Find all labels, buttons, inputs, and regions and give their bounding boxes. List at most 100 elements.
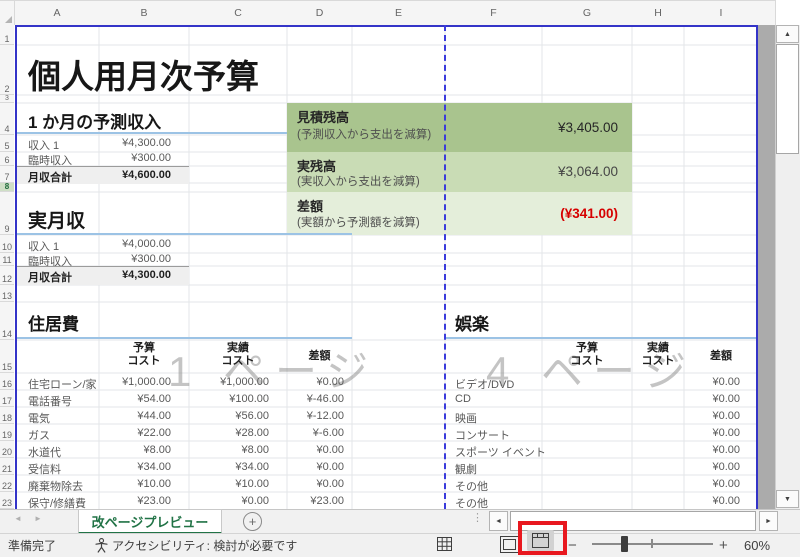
sheet-title-cell[interactable]: 個人用月次予算 bbox=[28, 50, 259, 98]
income-row-value[interactable]: ¥4,300.00 bbox=[99, 137, 171, 149]
housing-budget[interactable]: ¥10.00 bbox=[99, 478, 171, 490]
zoom-out-button[interactable]: − bbox=[568, 533, 577, 557]
entertainment-actual-col-header[interactable]: 実績 コスト bbox=[632, 342, 684, 368]
row-header-18[interactable]: 18 bbox=[0, 407, 14, 424]
page-break-dashed-line[interactable] bbox=[444, 25, 446, 509]
income-total-label[interactable]: 月収合計 bbox=[28, 269, 72, 285]
housing-diff[interactable]: ¥-46.00 bbox=[287, 393, 344, 405]
row-header-11[interactable]: 11 bbox=[0, 253, 14, 266]
income-row-value[interactable]: ¥4,000.00 bbox=[99, 238, 171, 250]
housing-item-name[interactable]: ガス bbox=[28, 427, 50, 443]
entertainment-diff[interactable]: ¥0.00 bbox=[684, 393, 740, 405]
housing-item-name[interactable]: 廃棄物除去 bbox=[28, 478, 83, 494]
row-header-6[interactable]: 6 bbox=[0, 152, 14, 166]
row-header-21[interactable]: 21 bbox=[0, 458, 14, 475]
zoom-level-label[interactable]: 60% bbox=[744, 533, 770, 557]
entertainment-diff[interactable]: ¥0.00 bbox=[684, 427, 740, 439]
vertical-scrollbar-thumb[interactable] bbox=[776, 44, 799, 154]
row-header-13[interactable]: 13 bbox=[0, 285, 14, 302]
housing-actual[interactable]: ¥10.00 bbox=[189, 478, 269, 490]
actual-income-header[interactable]: 実月収 bbox=[28, 206, 85, 233]
housing-budget[interactable]: ¥34.00 bbox=[99, 461, 171, 473]
housing-budget[interactable]: ¥23.00 bbox=[99, 495, 171, 507]
housing-item-name[interactable]: 住宅ローン/家 bbox=[28, 376, 97, 392]
housing-item-name[interactable]: 水道代 bbox=[28, 444, 61, 460]
housing-budget[interactable]: ¥8.00 bbox=[99, 444, 171, 456]
row-header-1[interactable]: 1 bbox=[0, 25, 14, 45]
entertainment-diff[interactable]: ¥0.00 bbox=[684, 495, 740, 507]
sheet-tab-active[interactable]: 改ページプレビュー bbox=[78, 509, 222, 534]
row-header-16[interactable]: 16 bbox=[0, 373, 14, 390]
housing-diff[interactable]: ¥0.00 bbox=[287, 478, 344, 490]
housing-actual[interactable]: ¥56.00 bbox=[189, 410, 269, 422]
housing-actual[interactable]: ¥0.00 bbox=[189, 495, 269, 507]
normal-view-button[interactable] bbox=[434, 535, 454, 553]
column-header-D[interactable]: D bbox=[287, 0, 353, 25]
housing-actual-col-header[interactable]: 実績 コスト bbox=[189, 342, 287, 368]
housing-diff[interactable]: ¥-12.00 bbox=[287, 410, 344, 422]
add-sheet-button[interactable]: + bbox=[243, 512, 262, 531]
row-header-4[interactable]: 4 bbox=[0, 103, 14, 135]
entertainment-header[interactable]: 娯楽 bbox=[455, 310, 489, 335]
income-total-value[interactable]: ¥4,600.00 bbox=[99, 169, 171, 181]
zoom-in-button[interactable]: + bbox=[719, 533, 728, 557]
housing-item-name[interactable]: 受信料 bbox=[28, 461, 61, 477]
row-header-22[interactable]: 22 bbox=[0, 475, 14, 492]
entertainment-item-name[interactable]: スポーツ イベント bbox=[455, 444, 546, 460]
entertainment-diff[interactable]: ¥0.00 bbox=[684, 478, 740, 490]
row-header-10[interactable]: 10 bbox=[0, 235, 14, 253]
tab-strip-divider-dots[interactable]: ⋮ bbox=[472, 511, 483, 524]
housing-header[interactable]: 住居費 bbox=[28, 310, 79, 335]
entertainment-item-name[interactable]: その他 bbox=[455, 478, 488, 494]
income-total-label[interactable]: 月収合計 bbox=[28, 169, 72, 185]
entertainment-budget-col-header[interactable]: 予算 コスト bbox=[542, 342, 632, 368]
column-header-E[interactable]: E bbox=[352, 0, 446, 25]
housing-actual[interactable]: ¥100.00 bbox=[189, 393, 269, 405]
income-row-label[interactable]: 収入 1 bbox=[28, 238, 59, 254]
expected-income-header[interactable]: 1 か月の予測収入 bbox=[28, 108, 161, 133]
row-header-7[interactable]: 7 bbox=[0, 166, 14, 183]
housing-actual[interactable]: ¥1,000.00 bbox=[189, 376, 269, 388]
column-header-H[interactable]: H bbox=[632, 0, 685, 25]
housing-diff-col-header[interactable]: 差額 bbox=[287, 350, 352, 363]
row-header-5[interactable]: 5 bbox=[0, 135, 14, 152]
housing-budget-col-header[interactable]: 予算 コスト bbox=[99, 342, 189, 368]
housing-item-name[interactable]: 電気 bbox=[28, 410, 50, 426]
row-header-9[interactable]: 9 bbox=[0, 192, 14, 235]
housing-budget[interactable]: ¥1,000.00 bbox=[99, 376, 171, 388]
select-all-corner[interactable] bbox=[0, 0, 15, 25]
zoom-slider-thumb[interactable] bbox=[621, 536, 628, 552]
entertainment-diff[interactable]: ¥0.00 bbox=[684, 410, 740, 422]
income-row-label[interactable]: 収入 1 bbox=[28, 137, 59, 153]
column-header-C[interactable]: C bbox=[189, 0, 288, 25]
entertainment-item-name[interactable]: CD bbox=[455, 393, 471, 405]
entertainment-item-name[interactable]: 観劇 bbox=[455, 461, 477, 477]
entertainment-diff-col-header[interactable]: 差額 bbox=[684, 350, 758, 363]
row-header-19[interactable]: 19 bbox=[0, 424, 14, 441]
entertainment-item-name[interactable]: コンサート bbox=[455, 427, 510, 443]
scroll-up-button[interactable]: ▲ bbox=[776, 25, 799, 43]
row-header-23[interactable]: 23 bbox=[0, 492, 14, 509]
column-header-B[interactable]: B bbox=[99, 0, 190, 25]
tab-scroll-right-icon[interactable]: ► bbox=[34, 514, 42, 523]
income-row-value[interactable]: ¥300.00 bbox=[99, 152, 171, 164]
entertainment-diff[interactable]: ¥0.00 bbox=[684, 461, 740, 473]
entertainment-diff[interactable]: ¥0.00 bbox=[684, 376, 740, 388]
housing-diff[interactable]: ¥-6.00 bbox=[287, 427, 344, 439]
income-row-value[interactable]: ¥300.00 bbox=[99, 253, 171, 265]
housing-budget[interactable]: ¥54.00 bbox=[99, 393, 171, 405]
entertainment-item-name[interactable]: 映画 bbox=[455, 410, 477, 426]
entertainment-diff[interactable]: ¥0.00 bbox=[684, 444, 740, 456]
row-header-17[interactable]: 17 bbox=[0, 390, 14, 407]
housing-diff[interactable]: ¥23.00 bbox=[287, 495, 344, 507]
housing-diff[interactable]: ¥0.00 bbox=[287, 444, 344, 456]
row-header-15[interactable]: 15 bbox=[0, 340, 14, 373]
housing-item-name[interactable]: 電話番号 bbox=[28, 393, 72, 409]
housing-actual[interactable]: ¥28.00 bbox=[189, 427, 269, 439]
housing-diff[interactable]: ¥0.00 bbox=[287, 376, 344, 388]
housing-budget[interactable]: ¥22.00 bbox=[99, 427, 171, 439]
row-header-14[interactable]: 14 bbox=[0, 302, 14, 340]
tab-scroll-left-icon[interactable]: ◄ bbox=[14, 514, 22, 523]
row-header-20[interactable]: 20 bbox=[0, 441, 14, 458]
housing-diff[interactable]: ¥0.00 bbox=[287, 461, 344, 473]
